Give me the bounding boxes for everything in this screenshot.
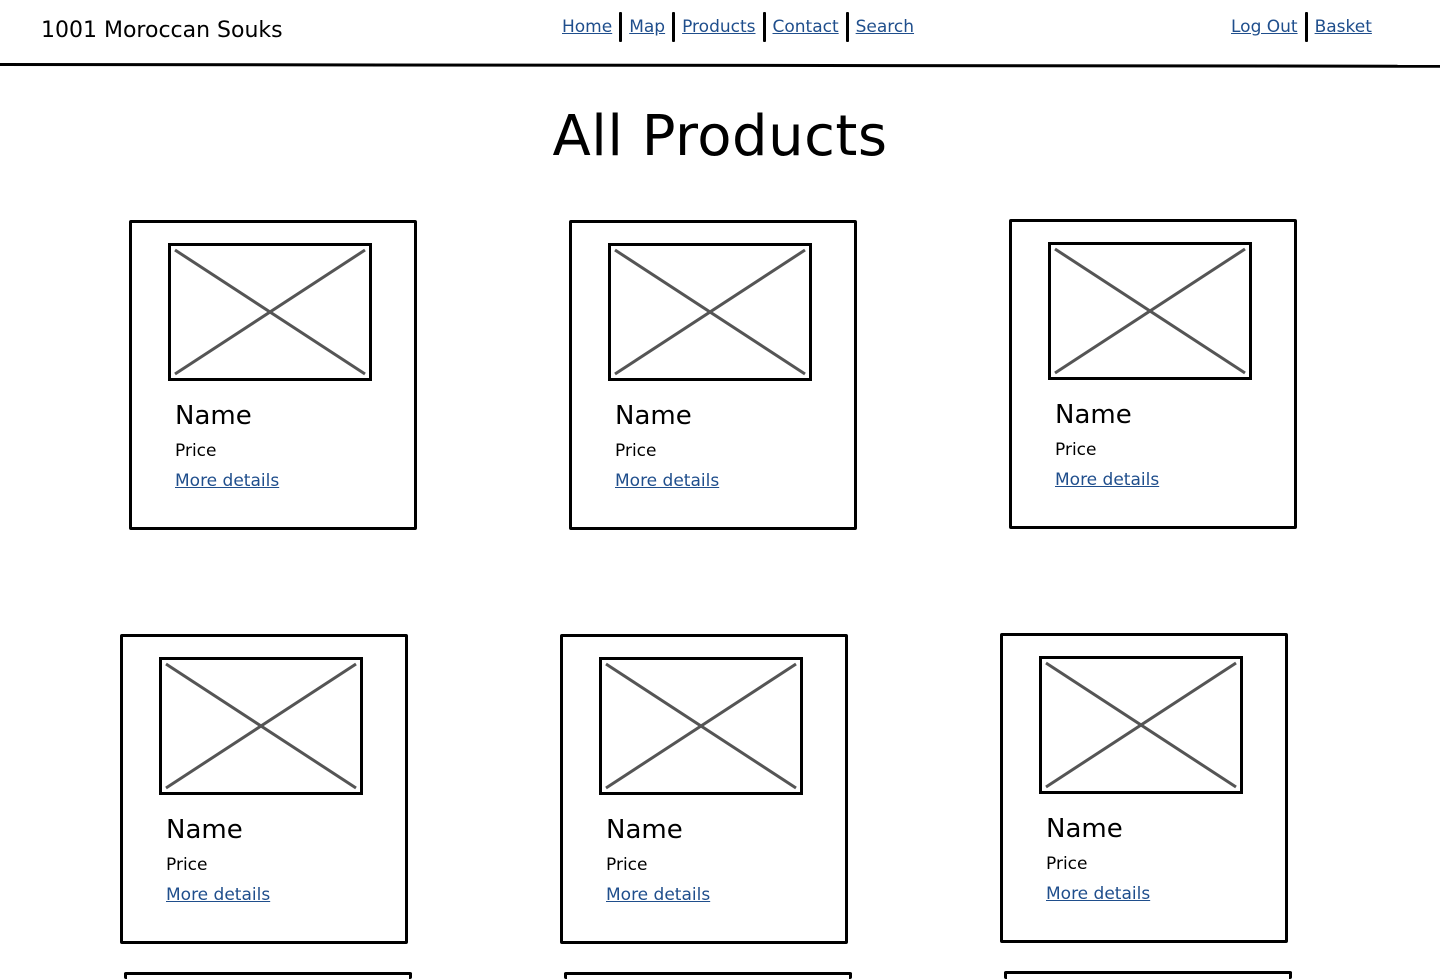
product-image-placeholder-icon xyxy=(1048,242,1252,380)
product-image-placeholder-icon xyxy=(1039,656,1243,794)
product-card-partial xyxy=(124,972,412,979)
product-image-placeholder-icon xyxy=(599,657,803,795)
more-details-link[interactable]: More details xyxy=(606,885,710,905)
product-card: Name Price More details xyxy=(120,634,408,944)
product-name: Name xyxy=(175,401,252,431)
product-card: Name Price More details xyxy=(129,220,417,530)
page: 1001 Moroccan Souks Home Map Products Co… xyxy=(0,0,1440,979)
more-details-link[interactable]: More details xyxy=(175,471,279,491)
product-image-placeholder-icon xyxy=(168,243,372,381)
product-name: Name xyxy=(166,815,243,845)
product-card-partial xyxy=(564,972,852,979)
product-card-partial xyxy=(1004,971,1292,979)
basket-link[interactable]: Basket xyxy=(1308,17,1379,37)
product-price: Price xyxy=(175,441,217,461)
product-image-placeholder-icon xyxy=(608,243,812,381)
nav-products-link[interactable]: Products xyxy=(675,17,762,37)
more-details-link[interactable]: More details xyxy=(615,471,719,491)
product-card: Name Price More details xyxy=(1000,633,1288,943)
product-card: Name Price More details xyxy=(569,220,857,530)
product-price: Price xyxy=(1055,440,1097,460)
page-title: All Products xyxy=(552,104,888,169)
product-name: Name xyxy=(606,815,683,845)
product-price: Price xyxy=(166,855,208,875)
product-name: Name xyxy=(1055,400,1132,430)
site-logo-text[interactable]: 1001 Moroccan Souks xyxy=(41,18,283,43)
more-details-link[interactable]: More details xyxy=(1046,884,1150,904)
main-nav: Home Map Products Contact Search xyxy=(555,12,921,42)
product-image-placeholder-icon xyxy=(159,657,363,795)
nav-home-link[interactable]: Home xyxy=(555,17,619,37)
product-name: Name xyxy=(1046,814,1123,844)
product-price: Price xyxy=(1046,854,1088,874)
more-details-link[interactable]: More details xyxy=(1055,470,1159,490)
header-divider xyxy=(0,63,1440,68)
product-name: Name xyxy=(615,401,692,431)
product-price: Price xyxy=(615,441,657,461)
logout-link[interactable]: Log Out xyxy=(1224,17,1305,37)
product-card: Name Price More details xyxy=(1009,219,1297,529)
nav-search-link[interactable]: Search xyxy=(849,17,921,37)
product-card: Name Price More details xyxy=(560,634,848,944)
nav-contact-link[interactable]: Contact xyxy=(766,17,846,37)
nav-map-link[interactable]: Map xyxy=(622,17,672,37)
product-price: Price xyxy=(606,855,648,875)
account-nav: Log Out Basket xyxy=(1224,12,1379,42)
more-details-link[interactable]: More details xyxy=(166,885,270,905)
